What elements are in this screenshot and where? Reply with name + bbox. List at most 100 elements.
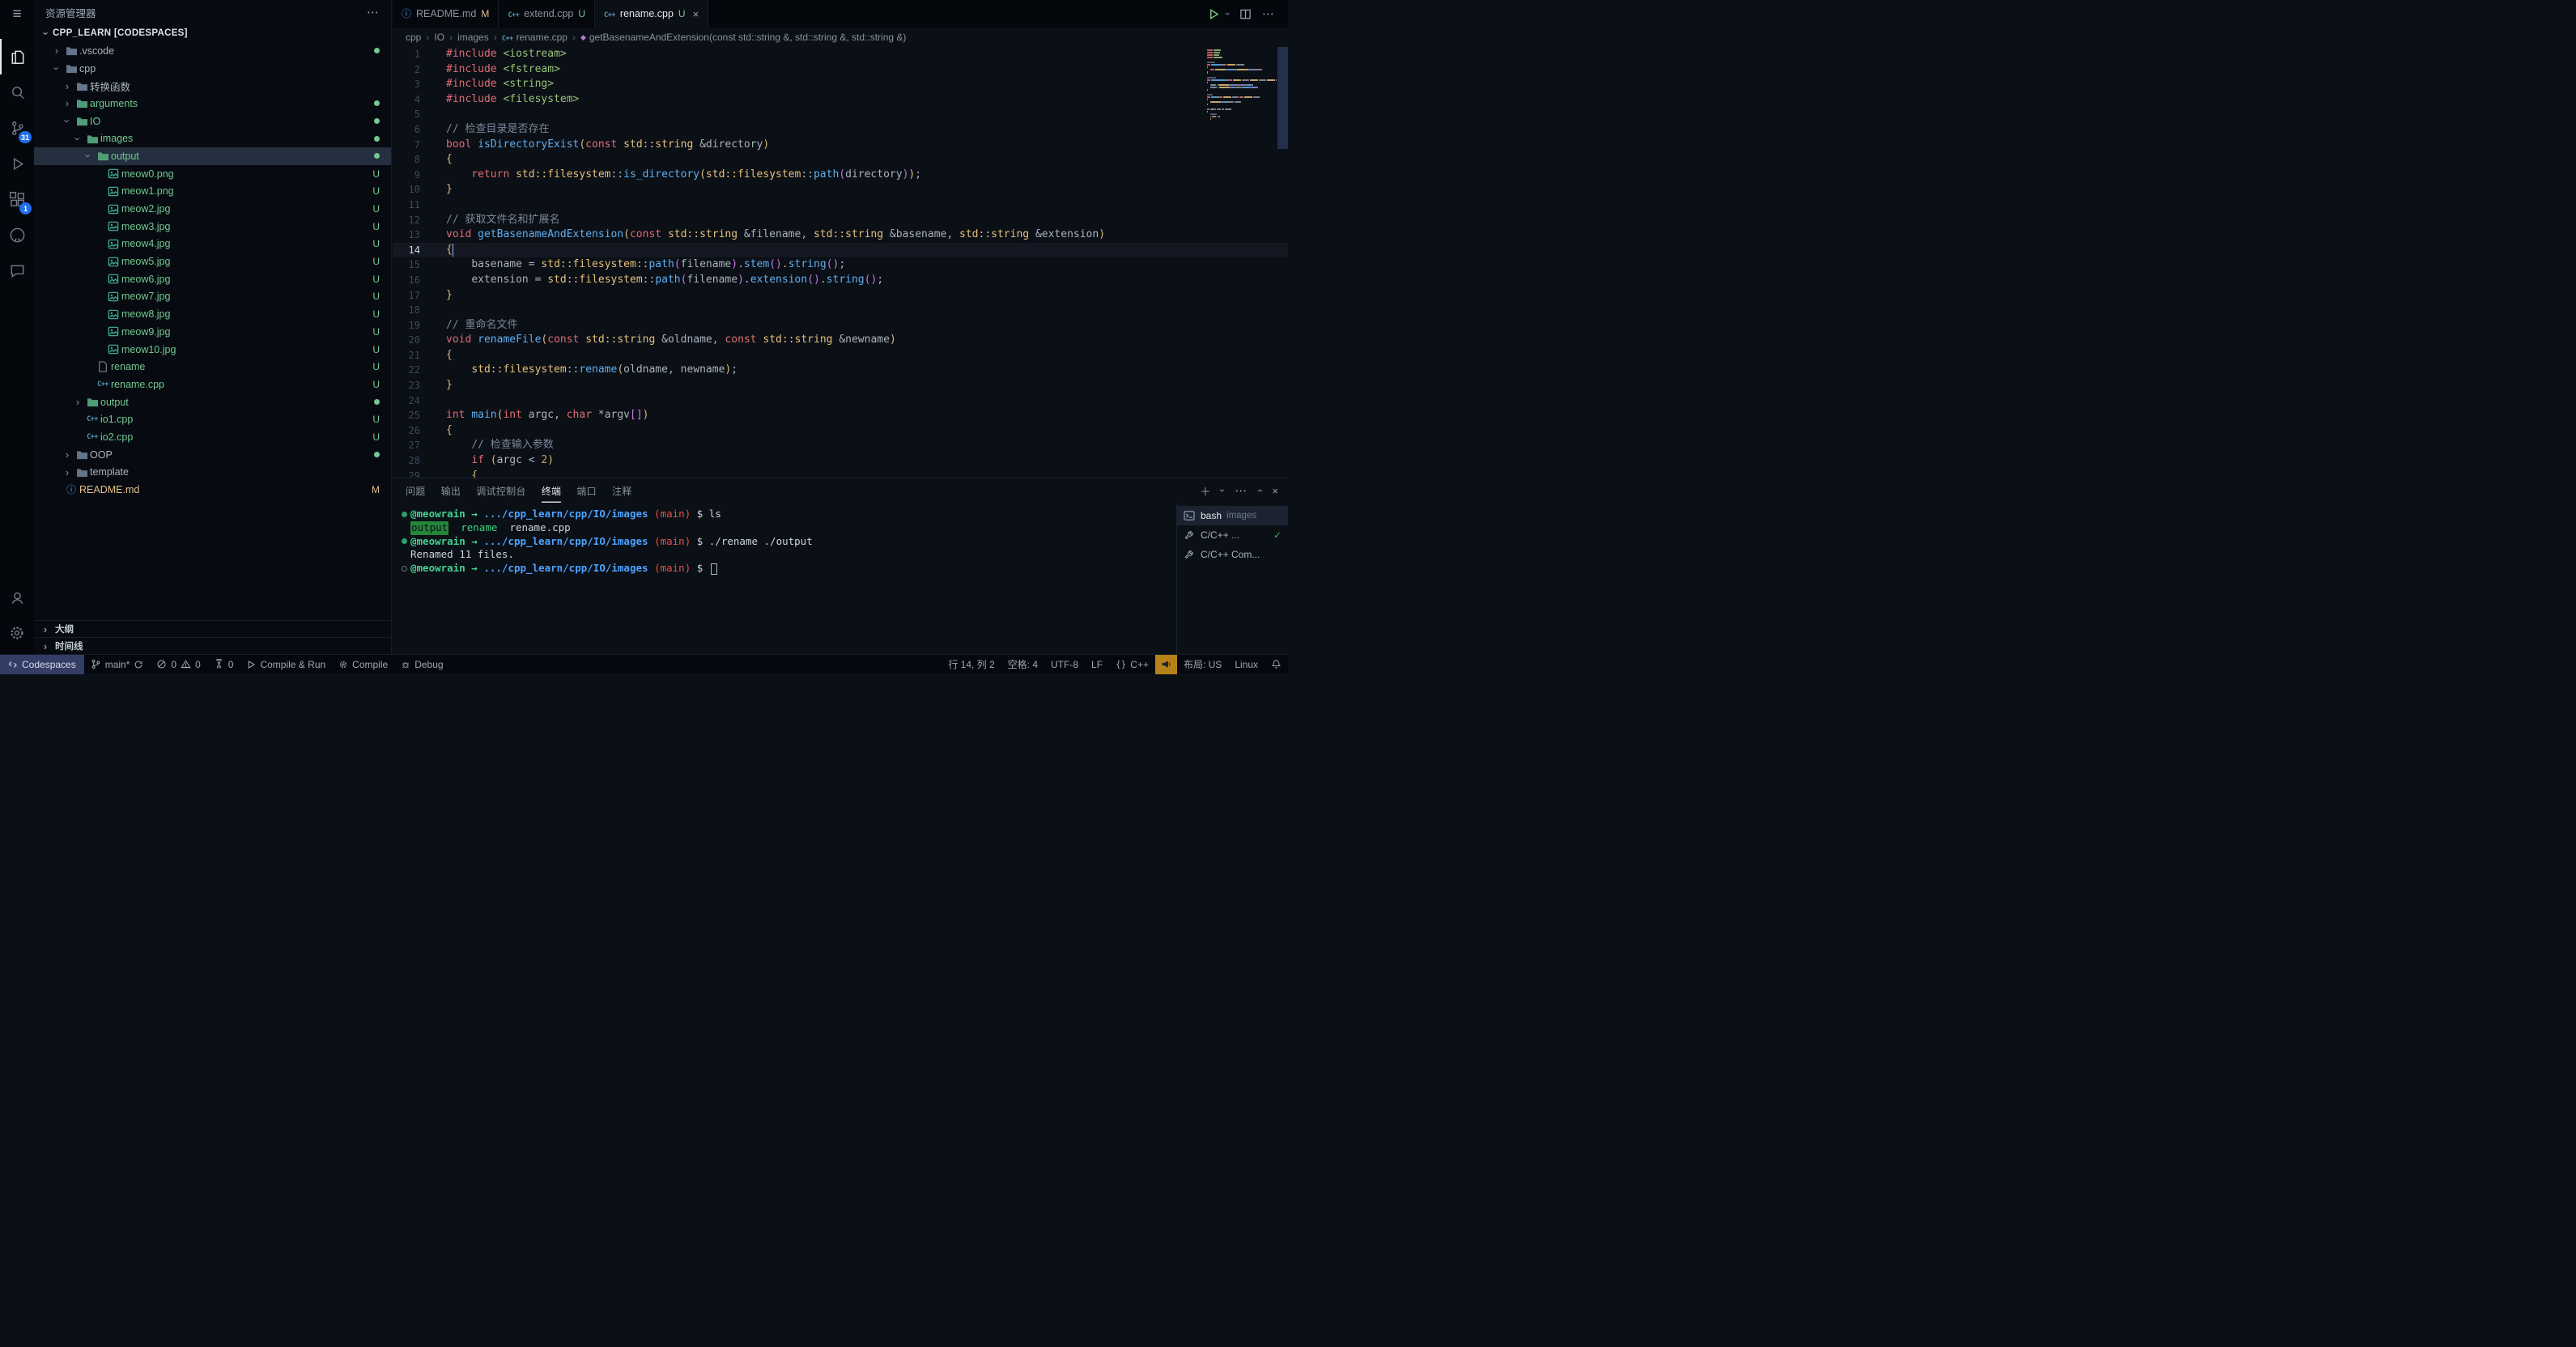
tree-item-转换函数[interactable]: ›转换函数: [34, 77, 391, 95]
tree-item-meow6.jpg[interactable]: meow6.jpgU: [34, 270, 391, 288]
compile-run-task-button[interactable]: Compile & Run: [240, 655, 332, 674]
tree-item-io2.cpp[interactable]: C++io2.cppU: [34, 428, 391, 446]
breadcrumb-item[interactable]: IO: [434, 32, 444, 43]
code-editor[interactable]: 1#include <iostream>2#include <fstream>3…: [393, 47, 1288, 478]
code-line-8[interactable]: 8{: [393, 152, 1288, 168]
tree-item-meow0.png[interactable]: meow0.pngU: [34, 165, 391, 183]
tree-item-README.md[interactable]: ⓘREADME.mdM: [34, 481, 391, 499]
split-editor-button[interactable]: [1239, 8, 1252, 20]
code-line-16[interactable]: 16 extension = std::filesystem::path(fil…: [393, 273, 1288, 288]
search-view-button[interactable]: [0, 74, 34, 110]
code-line-15[interactable]: 15 basename = std::filesystem::path(file…: [393, 257, 1288, 273]
tree-item-io1.cpp[interactable]: C++io1.cppU: [34, 410, 391, 428]
terminal-tab-1[interactable]: bashimages: [1177, 506, 1288, 525]
terminal-profile-chevron-icon[interactable]: ›: [1217, 489, 1228, 492]
breadcrumb-item[interactable]: C++rename.cpp: [502, 32, 567, 43]
keyboard-layout-button[interactable]: 布局: US: [1177, 655, 1228, 674]
tree-item-meow7.jpg[interactable]: meow7.jpgU: [34, 288, 391, 306]
menu-button[interactable]: ≡: [0, 0, 34, 28]
code-line-25[interactable]: 25int main(int argc, char *argv[]): [393, 408, 1288, 423]
panel-tab-端口[interactable]: 端口: [576, 478, 597, 503]
code-line-21[interactable]: 21{: [393, 348, 1288, 363]
settings-button[interactable]: [0, 615, 34, 651]
code-line-4[interactable]: 4#include <filesystem>: [393, 92, 1288, 108]
code-line-6[interactable]: 6// 检查目录是否存在: [393, 122, 1288, 138]
codespaces-remote-button[interactable]: Codespaces: [0, 655, 84, 674]
terminal-tab-3[interactable]: C/C++ Com...: [1177, 545, 1288, 564]
timeline-section-header[interactable]: › 时间线: [34, 637, 391, 654]
tree-item-rename.cpp[interactable]: C++rename.cppU: [34, 376, 391, 393]
tree-item-meow10.jpg[interactable]: meow10.jpgU: [34, 341, 391, 359]
code-line-13[interactable]: 13void getBasenameAndExtension(const std…: [393, 227, 1288, 243]
source-control-view-button[interactable]: 31: [0, 110, 34, 146]
code-line-5[interactable]: 5: [393, 107, 1288, 122]
tree-item-cpp[interactable]: ›cpp: [34, 60, 391, 78]
tree-item-output[interactable]: ›output: [34, 147, 391, 165]
cursor-position-button[interactable]: 行 14, 列 2: [942, 655, 1001, 674]
ports-button[interactable]: 0: [207, 655, 240, 674]
tree-item-.vscode[interactable]: ›.vscode: [34, 42, 391, 60]
tab-README.md[interactable]: ⓘREADME.mdM: [393, 0, 499, 28]
panel-more-actions-button[interactable]: ⋯: [1235, 483, 1248, 498]
panel-tab-输出[interactable]: 输出: [441, 478, 461, 503]
github-view-button[interactable]: [0, 217, 34, 253]
code-line-22[interactable]: 22 std::filesystem::rename(oldname, newn…: [393, 363, 1288, 378]
run-debug-view-button[interactable]: [0, 146, 34, 181]
tree-item-meow4.jpg[interactable]: meow4.jpgU: [34, 236, 391, 253]
tree-item-arguments[interactable]: ›arguments: [34, 95, 391, 113]
tree-item-IO[interactable]: ›IO: [34, 113, 391, 130]
tree-item-meow1.png[interactable]: meow1.pngU: [34, 183, 391, 201]
tab-rename.cpp[interactable]: C++rename.cppU×: [595, 0, 708, 28]
close-panel-button[interactable]: ×: [1272, 485, 1278, 497]
compile-task-button[interactable]: Compile: [332, 655, 394, 674]
encoding-button[interactable]: UTF-8: [1044, 655, 1085, 674]
indentation-button[interactable]: 空格: 4: [1001, 655, 1044, 674]
tree-item-template[interactable]: ›template: [34, 464, 391, 482]
extensions-view-button[interactable]: 1: [0, 181, 34, 217]
maximize-panel-button[interactable]: ›: [1254, 489, 1265, 492]
code-line-19[interactable]: 19// 重命名文件: [393, 318, 1288, 334]
breadcrumb-item[interactable]: ◆getBasenameAndExtension(const std::stri…: [580, 32, 906, 43]
tree-item-images[interactable]: ›images: [34, 130, 391, 147]
editor-scrollbar-thumb[interactable]: [1277, 47, 1288, 149]
debug-task-button[interactable]: Debug: [394, 655, 449, 674]
eol-button[interactable]: LF: [1085, 655, 1109, 674]
breadcrumb-item[interactable]: cpp: [406, 32, 421, 43]
code-line-17[interactable]: 17}: [393, 288, 1288, 304]
minimap[interactable]: [1207, 49, 1277, 121]
tab-extend.cpp[interactable]: C++extend.cppU: [499, 0, 595, 28]
tree-item-meow9.jpg[interactable]: meow9.jpgU: [34, 323, 391, 341]
code-line-26[interactable]: 26{: [393, 423, 1288, 439]
outline-section-header[interactable]: › 大纲: [34, 620, 391, 637]
comments-view-button[interactable]: [0, 253, 34, 288]
new-terminal-button[interactable]: ＋: [1200, 483, 1210, 499]
more-editor-actions-button[interactable]: ⋯: [1262, 6, 1275, 21]
code-line-20[interactable]: 20void renameFile(const std::string &old…: [393, 333, 1288, 348]
code-line-12[interactable]: 12// 获取文件名和扩展名: [393, 213, 1288, 228]
explorer-view-button[interactable]: [0, 39, 34, 74]
tree-item-OOP[interactable]: ›OOP: [34, 446, 391, 464]
code-line-9[interactable]: 9 return std::filesystem::is_directory(s…: [393, 168, 1288, 183]
code-line-28[interactable]: 28 if (argc < 2): [393, 453, 1288, 469]
terminal-output[interactable]: @meowrain → .../cpp_learn/cpp/IO/images …: [393, 503, 1176, 654]
code-line-14[interactable]: 14{: [393, 243, 1288, 258]
code-line-18[interactable]: 18: [393, 303, 1288, 318]
code-line-7[interactable]: 7bool isDirectoryExist(const std::string…: [393, 138, 1288, 153]
workspace-root-row[interactable]: › CPP_LEARN [CODESPACES]: [34, 24, 391, 42]
tree-item-meow8.jpg[interactable]: meow8.jpgU: [34, 305, 391, 323]
code-line-11[interactable]: 11: [393, 198, 1288, 213]
panel-tab-问题[interactable]: 问题: [406, 478, 426, 503]
run-dropdown-chevron-icon[interactable]: ›: [1222, 12, 1232, 15]
code-line-24[interactable]: 24: [393, 393, 1288, 409]
git-branch-button[interactable]: main*: [84, 655, 151, 674]
notifications-bell-button[interactable]: [1265, 655, 1288, 674]
close-tab-icon[interactable]: ×: [693, 8, 699, 20]
language-mode-button[interactable]: {} C++: [1109, 655, 1155, 674]
tree-item-meow3.jpg[interactable]: meow3.jpgU: [34, 218, 391, 236]
notification-alert-button[interactable]: [1155, 655, 1177, 674]
code-line-27[interactable]: 27 // 检查输入参数: [393, 438, 1288, 453]
panel-tab-终端[interactable]: 终端: [542, 478, 562, 503]
os-indicator[interactable]: Linux: [1228, 655, 1265, 674]
panel-tab-调试控制台[interactable]: 调试控制台: [476, 478, 526, 503]
accounts-button[interactable]: [0, 580, 34, 615]
